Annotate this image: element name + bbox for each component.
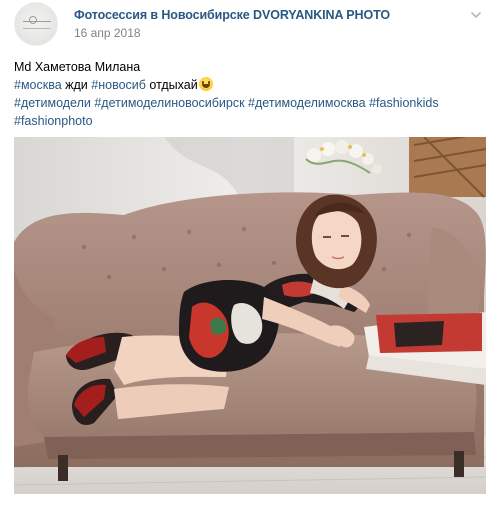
- photo-image: [14, 137, 486, 494]
- post-text-line: Md Хаметова Милана: [14, 60, 141, 74]
- post-text-hashtags-line: #москва жди #новосиб отдыхай: [14, 76, 486, 94]
- post-text-fragment: жди: [61, 78, 92, 92]
- post-text-fragment: отдыхай: [145, 78, 198, 92]
- post-text: Md Хаметова Милана #москва жди #новосиб …: [14, 58, 486, 130]
- post-photo[interactable]: [14, 137, 486, 494]
- wall-post: Фотосессия в Новосибирске DVORYANKINA PH…: [0, 0, 500, 506]
- group-avatar[interactable]: [14, 2, 58, 46]
- hashtag-links[interactable]: #детимодели #детимоделиновосибирск #дети…: [14, 94, 486, 112]
- post-date[interactable]: 16 апр 2018: [74, 26, 141, 40]
- grinning-face-emoji-icon: [198, 77, 213, 91]
- logo-icon: [23, 16, 51, 29]
- group-name-link[interactable]: Фотосессия в Новосибирске DVORYANKINA PH…: [74, 8, 390, 22]
- hashtag-link[interactable]: #москва: [14, 78, 62, 92]
- chevron-down-icon[interactable]: [470, 9, 482, 21]
- post-header: Фотосессия в Новосибирске DVORYANKINA PH…: [14, 0, 486, 46]
- hashtag-link[interactable]: #новосиб: [91, 78, 146, 92]
- hashtag-link[interactable]: #fashionphoto: [14, 112, 486, 130]
